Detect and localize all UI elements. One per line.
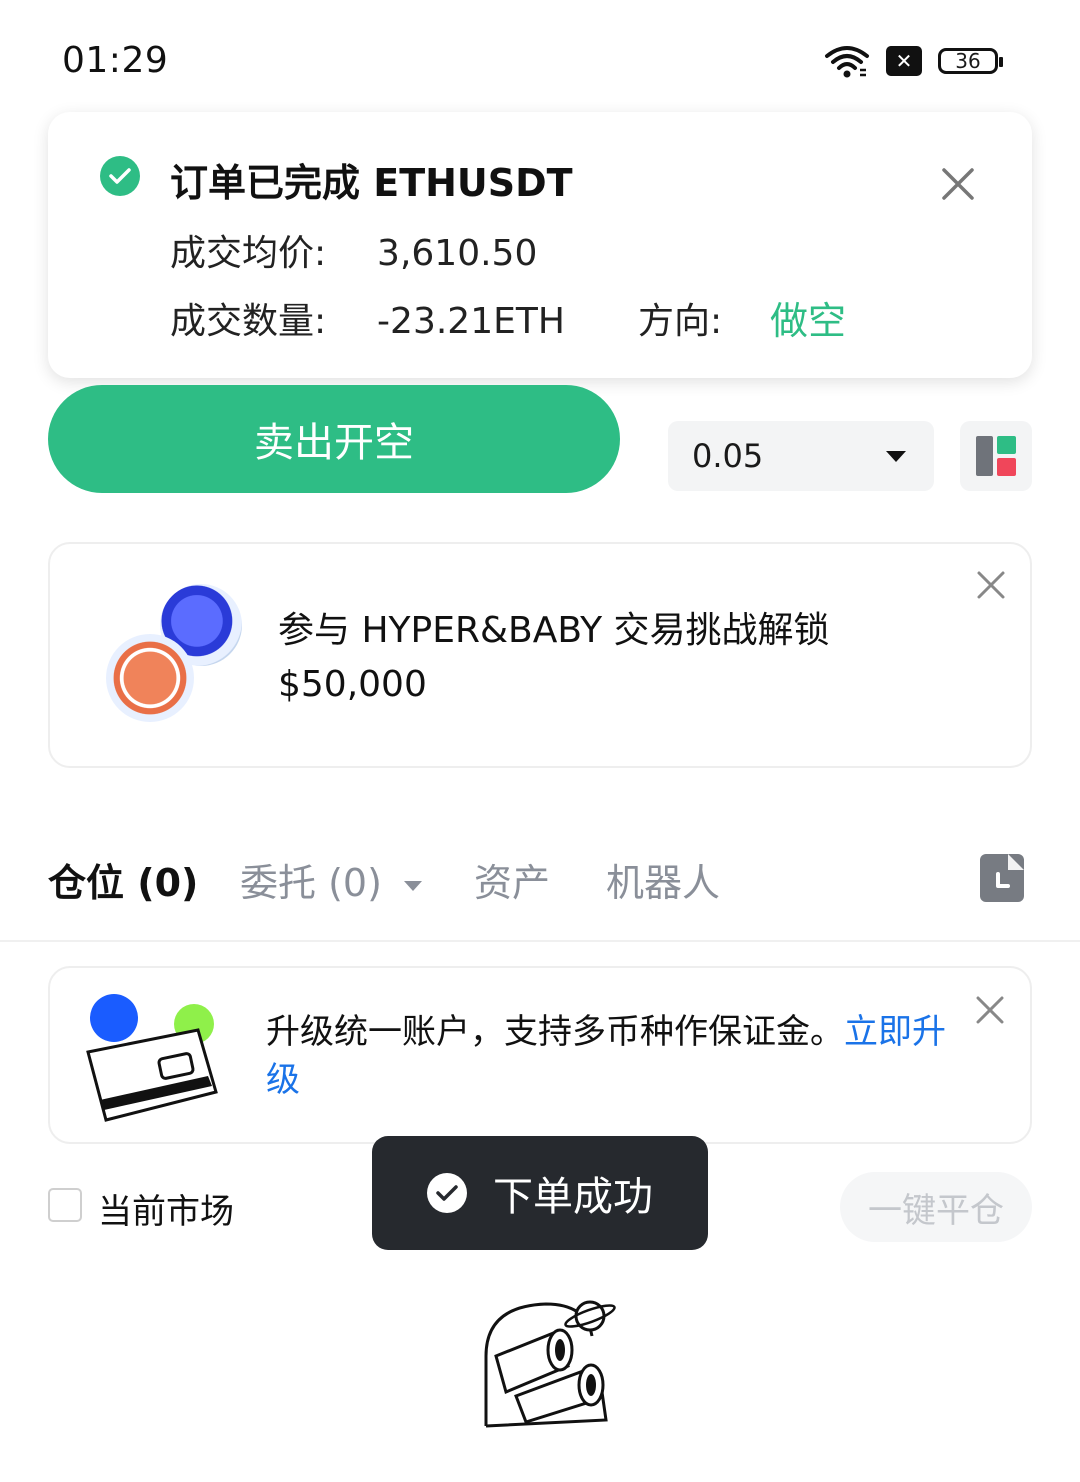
avg-price-row: 成交均价: 3,610.50 [170, 224, 537, 276]
quantity-label: 成交数量: [170, 301, 327, 342]
quantity-row: 成交数量: -23.21ETH [170, 292, 565, 344]
close-icon[interactable] [974, 994, 1006, 1026]
tab-positions[interactable]: 仓位 (0) [48, 852, 198, 907]
binoculars-illustration [484, 1300, 616, 1428]
success-check-icon [100, 156, 140, 196]
tab-assets[interactable]: 资产 [474, 852, 550, 907]
promo-card[interactable]: 参与 HYPER&BABY 交易挑战解锁 $50,000 [48, 542, 1032, 768]
toast-message: 下单成功 [493, 1174, 653, 1220]
quantity-value: -23.21ETH [377, 301, 565, 342]
direction-value: 做空 [770, 299, 847, 343]
upgrade-text: 升级统一账户，支持多币种作保证金。立即升级 [266, 1008, 966, 1104]
status-icons: ✕ 36 [824, 44, 1003, 78]
status-time: 01:29 [62, 40, 169, 81]
battery-icon: 36 [938, 48, 1003, 74]
order-title: 订单已完成 ETHUSDT [170, 161, 573, 205]
close-icon[interactable] [938, 164, 978, 204]
current-market-checkbox[interactable] [48, 1188, 82, 1222]
promo-text: 参与 HYPER&BABY 交易挑战解锁 $50,000 [278, 610, 830, 705]
avg-price-value: 3,610.50 [377, 233, 538, 274]
tab-bots[interactable]: 机器人 [606, 852, 720, 907]
tab-divider [0, 940, 1080, 942]
sell-short-button[interactable]: 卖出开空 [48, 385, 620, 493]
caret-down-icon [404, 880, 423, 891]
current-market-label: 当前市场 [98, 1192, 234, 1232]
layout-toggle-button[interactable] [960, 421, 1032, 491]
wifi-icon [825, 46, 869, 78]
upgrade-message: 升级统一账户，支持多币种作保证金。 [266, 1012, 844, 1052]
layout-icon [976, 436, 1016, 476]
tab-orders-label: 委托 (0) [240, 861, 382, 905]
upgrade-account-card[interactable]: 升级统一账户，支持多币种作保证金。立即升级 [48, 966, 1032, 1144]
quantity-select[interactable]: 0.05 [668, 421, 934, 491]
direction-label: 方向: [638, 301, 723, 342]
avg-price-label: 成交均价: [170, 233, 327, 274]
check-circle-icon [427, 1173, 467, 1213]
wallet-icon [86, 994, 218, 1122]
close-icon[interactable] [974, 568, 1008, 602]
order-completed-card: 订单已完成 ETHUSDT 成交均价: 3,610.50 成交数量: -23.2… [48, 112, 1032, 378]
quantity-select-value: 0.05 [692, 437, 764, 475]
notification-x-icon: ✕ [886, 46, 922, 76]
close-all-button[interactable]: 一键平仓 [840, 1172, 1032, 1242]
battery-level: 36 [955, 49, 981, 73]
order-history-icon[interactable] [980, 854, 1024, 902]
tab-orders[interactable]: 委托 (0) [240, 852, 423, 907]
order-success-toast: 下单成功 [372, 1136, 708, 1250]
baby-coin-icon [106, 634, 194, 722]
caret-down-icon [886, 450, 906, 462]
